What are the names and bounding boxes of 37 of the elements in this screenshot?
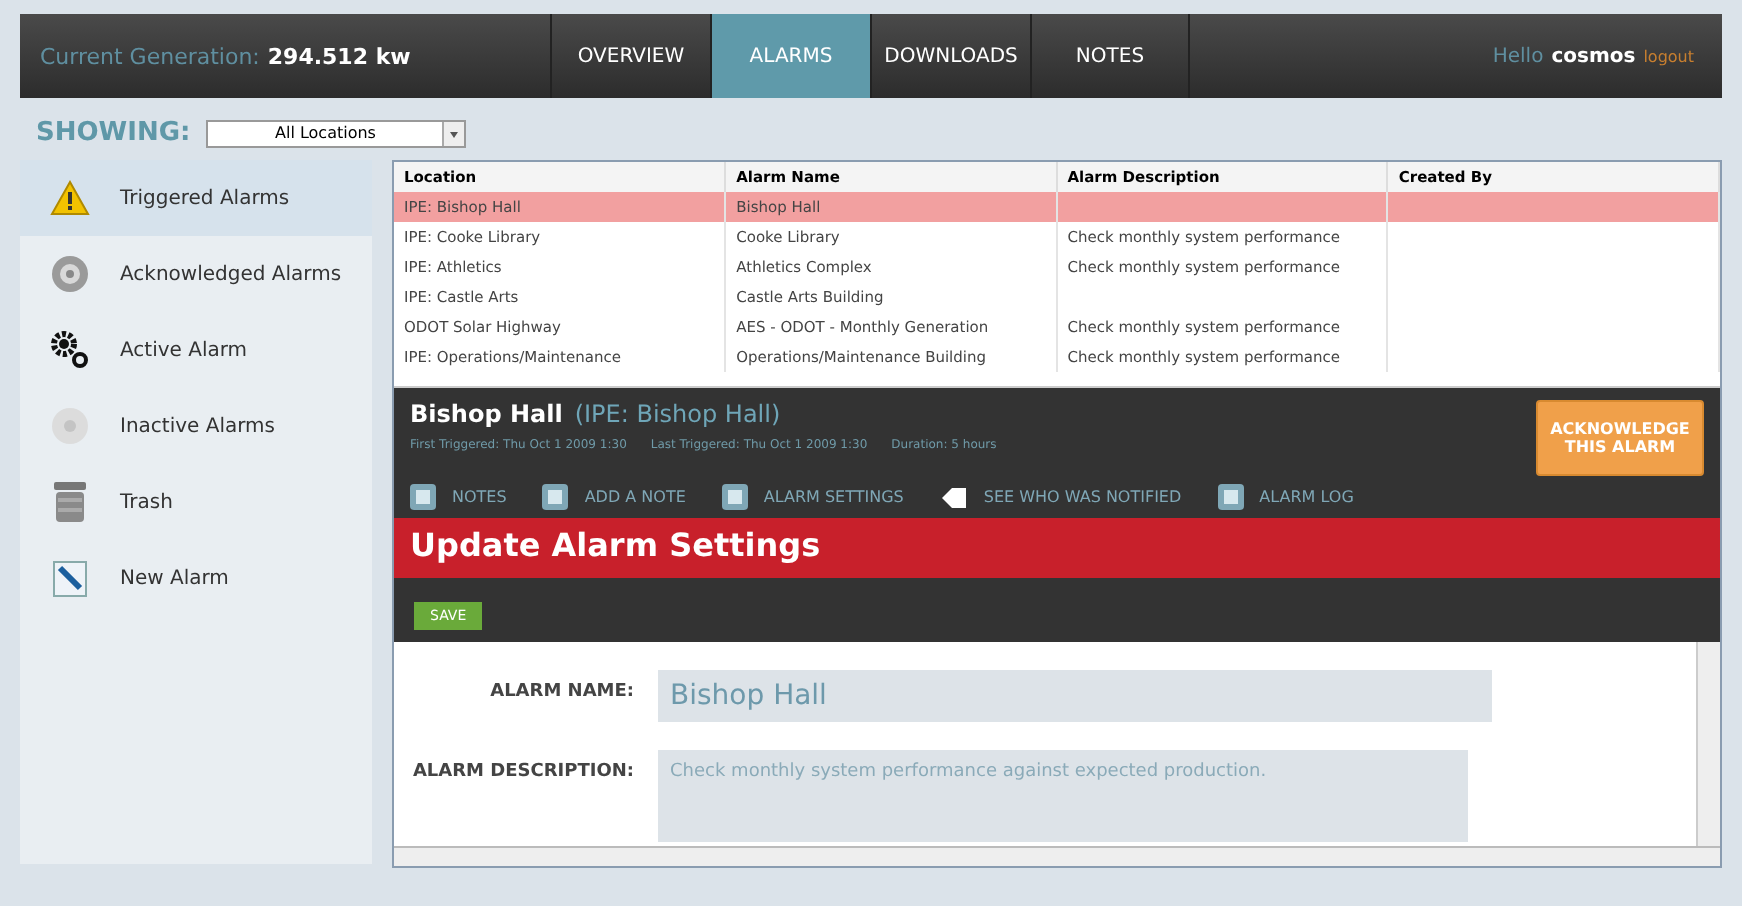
trash-icon <box>52 480 88 524</box>
greeting: Hello <box>1492 45 1544 67</box>
nav-tab[interactable]: DOWNLOADS <box>870 14 1030 98</box>
sidebar-item[interactable]: Triggered Alarms <box>20 160 372 236</box>
sidebar-item[interactable]: Inactive Alarms <box>20 388 372 464</box>
nav-tab[interactable]: NOTES <box>1030 14 1190 98</box>
alarm-title: Bishop Hall <box>410 400 563 428</box>
warning-icon <box>50 180 90 216</box>
sidebar-item[interactable]: Trash <box>20 464 372 540</box>
sidebar-item[interactable]: Acknowledged Alarms <box>20 236 372 312</box>
alarm-location: (IPE: Bishop Hall) <box>574 400 781 428</box>
action-link[interactable]: SEE WHO WAS NOTIFIED <box>939 484 1182 510</box>
field-label: ALARM NAME: <box>488 680 634 702</box>
new-document-icon <box>50 558 90 598</box>
sidebar-item[interactable]: Active Alarm <box>20 312 372 388</box>
location-dropdown[interactable]: All Locations <box>206 119 467 147</box>
action-link[interactable]: ALARM SETTINGS <box>721 484 904 510</box>
field-label: ALARM DESCRIPTION: <box>410 760 634 782</box>
scrollbar[interactable] <box>394 846 1720 866</box>
note-icon <box>542 484 569 510</box>
generation-value: 294.512 kw <box>267 43 411 69</box>
caret-icon <box>442 121 465 145</box>
logout-link[interactable]: logout <box>1643 47 1694 65</box>
action-link[interactable]: ADD A NOTE <box>542 484 686 510</box>
sidebar-item[interactable]: New Alarm <box>20 540 372 616</box>
gears-icon <box>50 330 90 370</box>
tag-icon <box>939 485 968 509</box>
disc-icon <box>50 406 90 446</box>
username: cosmos <box>1551 45 1636 67</box>
section-title: Update Alarm Settings <box>394 518 1720 578</box>
generation-label: Current Generation: <box>40 43 260 69</box>
action-link[interactable]: NOTES <box>410 484 507 510</box>
note-icon <box>410 484 436 510</box>
scrollbar[interactable] <box>1696 642 1720 846</box>
disc-icon <box>50 254 90 294</box>
filter-label: SHOWING: <box>36 118 191 148</box>
action-link[interactable]: ALARM LOG <box>1217 484 1354 510</box>
